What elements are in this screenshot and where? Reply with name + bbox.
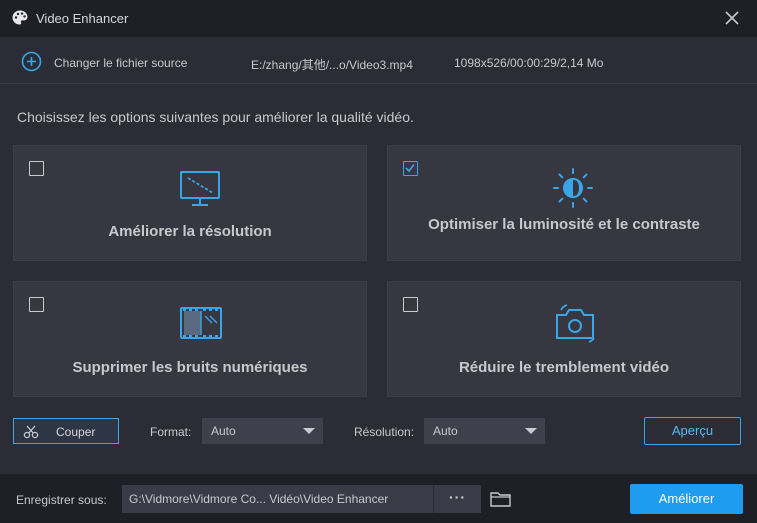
file-info: 1098x526/00:00:29/2,14 Mo: [454, 56, 604, 70]
cut-label: Couper: [56, 425, 96, 439]
camera-shake-icon: [556, 304, 595, 343]
monitor-upscale-icon: [180, 171, 220, 206]
resolution-label: Résolution:: [354, 425, 415, 439]
format-label: Format:: [150, 425, 192, 439]
option-label: Optimiser la luminosité et le contraste: [428, 216, 700, 233]
chevron-down-icon: [303, 428, 315, 434]
option-card-noise[interactable]: Supprimer les bruits numériques: [13, 281, 367, 397]
cut-button[interactable]: Couper: [13, 418, 119, 444]
resolution-select[interactable]: Auto: [424, 418, 545, 444]
brightness-checkbox[interactable]: [403, 161, 418, 176]
format-select[interactable]: Auto: [202, 418, 323, 444]
enhance-button[interactable]: Améliorer: [630, 484, 743, 514]
chevron-down-icon: [525, 428, 537, 434]
save-as-label: Enregistrer sous:: [16, 493, 107, 507]
option-label: Supprimer les bruits numériques: [72, 359, 308, 376]
instruction-text: Choisissez les options suivantes pour am…: [17, 109, 414, 125]
folder-icon[interactable]: [489, 489, 512, 509]
title-bar: Video Enhancer: [0, 0, 757, 37]
save-path-field[interactable]: G:\Vidmore\Vidmore Co... Vidéo\Video Enh…: [122, 485, 433, 513]
bottom-controls: Couper Format: Auto Résolution: Auto Ape…: [0, 410, 757, 455]
noise-checkbox[interactable]: [29, 297, 44, 312]
source-bar: Changer le fichier source E:/zhang/其他/..…: [0, 37, 757, 84]
file-path: E:/zhang/其他/...o/Video3.mp4: [251, 58, 413, 72]
option-card-brightness[interactable]: Optimiser la luminosité et le contraste: [387, 145, 741, 261]
resolution-checkbox[interactable]: [29, 161, 44, 176]
checkmark-icon: [405, 164, 415, 173]
preview-button[interactable]: Aperçu: [644, 417, 741, 445]
footer: Enregistrer sous: G:\Vidmore\Vidmore Co.…: [0, 474, 757, 523]
browse-button[interactable]: ···: [433, 485, 481, 513]
format-value: Auto: [211, 424, 236, 438]
resolution-value: Auto: [433, 424, 458, 438]
option-label: Réduire le tremblement vidéo: [458, 359, 670, 376]
shake-checkbox[interactable]: [403, 297, 418, 312]
palette-icon: [12, 10, 28, 25]
add-circle-icon[interactable]: [21, 51, 42, 72]
scissors-icon: [23, 425, 39, 439]
option-card-resolution[interactable]: Améliorer la résolution: [13, 145, 367, 261]
window-title: Video Enhancer: [36, 11, 129, 26]
brightness-icon: [553, 168, 593, 208]
option-card-shake[interactable]: Réduire le tremblement vidéo: [387, 281, 741, 397]
change-source-button[interactable]: Changer le fichier source: [54, 56, 187, 70]
option-label: Améliorer la résolution: [108, 223, 272, 240]
close-icon[interactable]: [723, 9, 741, 27]
save-path-value: G:\Vidmore\Vidmore Co... Vidéo\Video Enh…: [129, 492, 389, 506]
film-noise-icon: [180, 307, 222, 339]
